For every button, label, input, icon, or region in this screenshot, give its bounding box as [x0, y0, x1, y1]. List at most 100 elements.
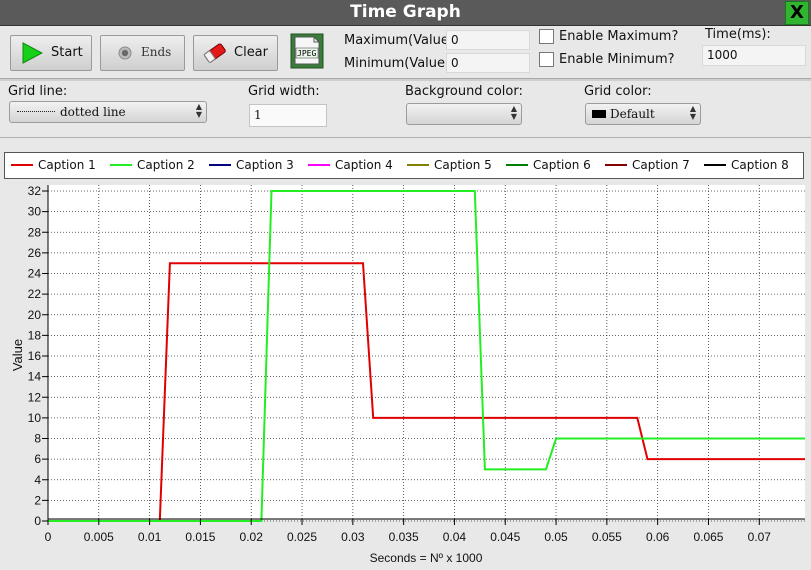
y-tick-label: 14	[28, 370, 42, 384]
time-graph-chart: 0 0.005 0.01 0.015 0.02 0.025 0.03 0.035 0.04 0.0…	[10, 184, 805, 565]
y-tick-label: 8	[34, 432, 41, 446]
legend-item-caption-6: Caption 6	[506, 153, 602, 178]
legend-swatch	[209, 164, 231, 166]
x-tick-label: 0.035	[389, 530, 419, 544]
enable-minimum-label: Enable Minimum?	[559, 52, 675, 67]
window-title: Time Graph	[350, 2, 461, 22]
y-tick-label: 20	[28, 308, 42, 322]
x-tick-label: 0	[45, 530, 52, 544]
y-tick-label: 26	[28, 246, 42, 260]
title-bar: Time Graph X	[0, 0, 811, 26]
grid-line-label: Grid line:	[8, 84, 68, 99]
legend-label: Caption 3	[236, 158, 294, 172]
x-tick-label: 0.07	[748, 530, 772, 544]
legend-label: Caption 7	[632, 158, 690, 172]
legend-swatch	[704, 164, 726, 166]
x-tick-label: 0.025	[287, 530, 317, 544]
legend-item-caption-7: Caption 7	[605, 153, 701, 178]
x-tick-label: 0.005	[84, 530, 114, 544]
x-tick-label: 0.015	[185, 530, 215, 544]
save-jpeg-button[interactable]: JPEG	[290, 33, 324, 69]
x-tick-label: 0.045	[490, 530, 520, 544]
legend-swatch	[407, 164, 429, 166]
start-button[interactable]: Start	[10, 35, 92, 71]
color-swatch-icon	[592, 110, 606, 118]
y-tick-label: 30	[28, 205, 42, 219]
grid-color-select[interactable]: Default ▲ ▼	[585, 103, 701, 125]
time-label: Time(ms):	[705, 27, 771, 42]
jpeg-label: JPEG	[297, 49, 317, 58]
legend-swatch	[11, 164, 33, 166]
maximum-value-field[interactable]: 0	[446, 30, 530, 50]
legend-swatch	[308, 164, 330, 166]
clear-button[interactable]: Clear	[193, 35, 278, 71]
x-tick-label: 0.065	[693, 530, 723, 544]
legend-swatch	[110, 164, 132, 166]
enable-maximum-label: Enable Maximum?	[559, 29, 679, 44]
enable-maximum-checkbox[interactable]	[539, 29, 554, 44]
spin-arrows-icon: ▲ ▼	[689, 104, 696, 121]
grid-width-field[interactable]: 1	[249, 104, 327, 127]
x-tick-label: 0.055	[592, 530, 622, 544]
y-tick-label: 16	[28, 349, 42, 363]
y-tick-label: 22	[28, 287, 42, 301]
legend-item-caption-4: Caption 4	[308, 153, 404, 178]
y-tick-label: 12	[28, 390, 42, 404]
legend-label: Caption 2	[137, 158, 195, 172]
spin-arrows-icon: ▲ ▼	[195, 102, 202, 119]
background-color-label: Background color:	[405, 84, 523, 99]
play-icon	[22, 42, 43, 64]
dotted-line-icon	[17, 111, 55, 112]
grid-line-select[interactable]: dotted line ▲ ▼	[9, 101, 207, 123]
legend-label: Caption 4	[335, 158, 393, 172]
clear-button-label: Clear	[234, 45, 268, 60]
x-tick-label: 0.01	[138, 530, 162, 544]
settings-separator	[0, 137, 811, 138]
eraser-icon	[203, 43, 226, 63]
grid-line-value: dotted line	[60, 105, 126, 119]
legend-label: Caption 5	[434, 158, 492, 172]
x-tick-label: 0.02	[240, 530, 264, 544]
legend-swatch	[506, 164, 528, 166]
ends-button[interactable]: Ends	[100, 35, 185, 71]
y-tick-label: 4	[34, 473, 41, 487]
y-tick-label: 32	[28, 184, 42, 198]
y-tick-label: 6	[34, 452, 41, 466]
background-color-select[interactable]: ▲ ▼	[406, 103, 522, 125]
legend-swatch	[605, 164, 627, 166]
grid-color-label: Grid color:	[584, 84, 652, 99]
start-button-label: Start	[51, 45, 83, 60]
legend-item-caption-5: Caption 5	[407, 153, 503, 178]
legend-item-caption-3: Caption 3	[209, 153, 305, 178]
y-tick-label: 18	[28, 328, 42, 342]
y-tick-label: 24	[28, 267, 42, 281]
legend-item-caption-1: Caption 1	[11, 153, 107, 178]
legend-label: Caption 8	[731, 158, 789, 172]
legend-label: Caption 6	[533, 158, 591, 172]
stop-record-icon	[118, 46, 132, 60]
x-tick-label: 0.04	[443, 530, 467, 544]
minimum-value-field[interactable]: 0	[446, 53, 530, 73]
x-axis-label: Seconds = Nº x 1000	[370, 551, 483, 565]
x-tick-label: 0.03	[341, 530, 365, 544]
grid-color-value: Default	[610, 107, 655, 121]
legend-item-caption-8: Caption 8	[704, 153, 800, 178]
y-tick-label: 0	[34, 514, 41, 528]
toolbar-separator	[0, 78, 811, 81]
enable-minimum-checkbox[interactable]	[539, 52, 554, 67]
x-tick-label: 0.06	[646, 530, 670, 544]
spin-arrows-icon: ▲ ▼	[510, 104, 517, 121]
ends-button-label: Ends	[141, 45, 172, 59]
minimum-label: Minimum(Value):	[344, 56, 455, 71]
chart-legend: Caption 1 Caption 2 Caption 3 Caption 4 …	[4, 152, 804, 179]
maximum-label: Maximum(Value):	[344, 33, 459, 48]
grid-width-label: Grid width:	[248, 84, 320, 99]
legend-item-caption-2: Caption 2	[110, 153, 206, 178]
y-axis-label: Value	[10, 339, 25, 371]
y-tick-label: 28	[28, 225, 42, 239]
close-button[interactable]: X	[785, 1, 809, 25]
legend-label: Caption 1	[38, 158, 96, 172]
y-tick-label: 10	[28, 411, 42, 425]
time-field[interactable]: 1000	[702, 45, 806, 66]
y-tick-label: 2	[34, 493, 41, 507]
